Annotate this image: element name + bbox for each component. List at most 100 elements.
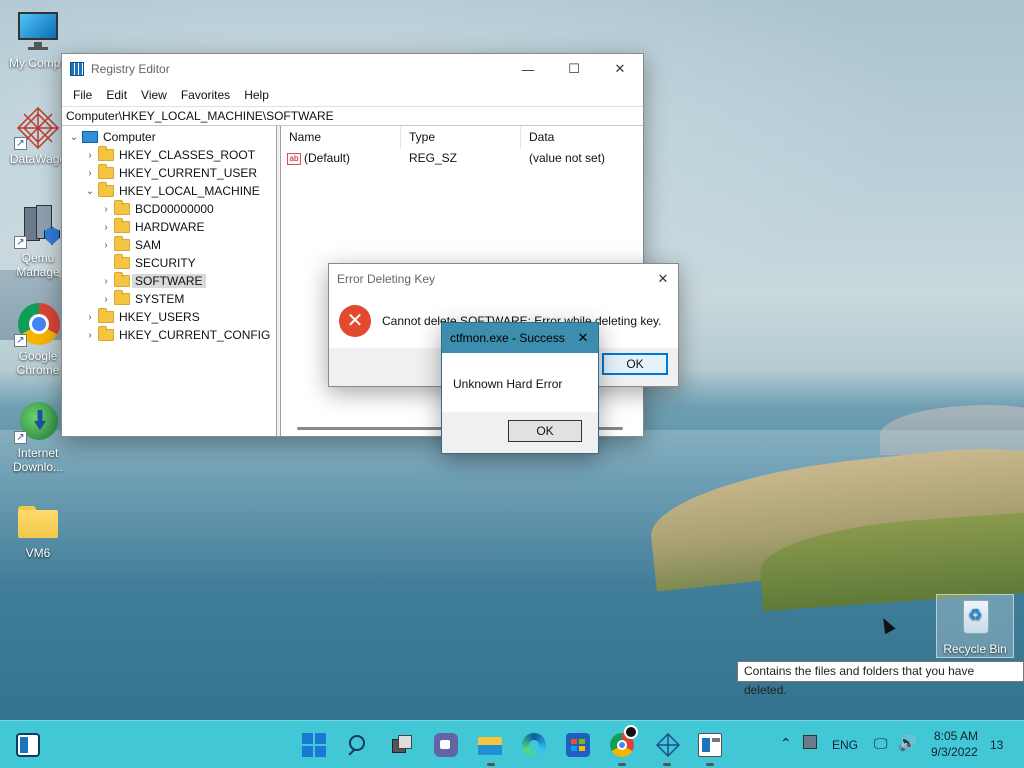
folder-icon [114, 254, 130, 269]
registry-editor-icon [70, 62, 84, 76]
error-icon: ✕ [339, 305, 371, 337]
chat-icon[interactable] [434, 733, 458, 757]
qemu-tray-icon[interactable] [803, 735, 817, 749]
ctfmon-success-dialog: ctfmon.exe - Success ✕ Unknown Hard Erro… [441, 322, 599, 454]
search-icon[interactable] [346, 733, 370, 757]
folder-icon [114, 290, 130, 305]
volume-icon[interactable]: 🔊 [898, 734, 917, 752]
monitor-icon [14, 10, 62, 54]
desktop-icon-vm6[interactable]: VM6 [0, 500, 76, 560]
chevron-down-icon[interactable]: ⌄ [66, 132, 82, 143]
address-bar[interactable]: Computer\HKEY_LOCAL_MACHINE\SOFTWARE [62, 106, 643, 126]
chevron-right-icon[interactable]: › [82, 312, 98, 323]
network-icon[interactable]: 🖵 [874, 735, 888, 752]
dialog-title: ctfmon.exe - Success [450, 331, 565, 345]
edge-icon[interactable] [522, 733, 546, 757]
tree-item-sam[interactable]: › SAM [62, 236, 276, 254]
tree-item-hkey-current-user[interactable]: › HKEY_CURRENT_USER [62, 164, 276, 182]
notification-count-badge[interactable]: 13 [990, 738, 1003, 752]
recycle-bin-icon: ♻ [951, 596, 999, 640]
menu-file[interactable]: File [66, 88, 99, 102]
task-view-icon[interactable] [390, 733, 414, 757]
chevron-right-icon[interactable]: › [98, 294, 114, 305]
start-icon[interactable] [302, 733, 326, 757]
file-explorer-icon[interactable] [478, 733, 502, 757]
chevron-down-icon[interactable]: ⌄ [82, 186, 98, 197]
maximize-button[interactable]: ☐ [551, 54, 597, 84]
datawagon-icon[interactable] [655, 732, 681, 758]
close-button[interactable]: ✕ [597, 54, 643, 84]
menu-help[interactable]: Help [237, 88, 276, 102]
list-header: Name Type Data [281, 125, 643, 148]
store-icon[interactable] [566, 733, 590, 757]
value-row[interactable]: ab (Default) REG_SZ (value not set) [281, 148, 643, 168]
menu-view[interactable]: View [134, 88, 174, 102]
menu-bar: File Edit View Favorites Help [62, 84, 643, 106]
running-indicator [706, 763, 714, 766]
chevron-right-icon[interactable]: › [98, 204, 114, 215]
language-indicator[interactable]: ENG [832, 738, 858, 752]
folder-icon [98, 326, 114, 341]
chevron-up-icon[interactable]: ⌃ [780, 735, 792, 752]
chrome-icon: ↗ [14, 303, 62, 347]
folder-icon [98, 146, 114, 161]
running-indicator [618, 763, 626, 766]
folder-icon [98, 164, 114, 179]
close-button[interactable]: ✕ [648, 264, 678, 294]
folder-icon [14, 500, 62, 544]
folder-icon [114, 218, 130, 233]
tree-item-hkey-classes-root[interactable]: › HKEY_CLASSES_ROOT [62, 146, 276, 164]
dialog-message: Unknown Hard Error [442, 353, 598, 413]
column-type[interactable]: Type [401, 125, 521, 148]
menu-edit[interactable]: Edit [99, 88, 134, 102]
chevron-right-icon[interactable]: › [98, 276, 114, 287]
dialog-footer: OK [442, 412, 598, 453]
ok-button[interactable]: OK [508, 420, 582, 442]
ok-button[interactable]: OK [602, 353, 668, 375]
dialog-titlebar[interactable]: ctfmon.exe - Success ✕ [442, 323, 598, 353]
column-data[interactable]: Data [521, 126, 641, 148]
tree-item-computer[interactable]: ⌄ Computer [62, 128, 276, 146]
key-tree: ⌄ Computer › HKEY_CLASSES_ROOT › HKEY_CU… [62, 126, 277, 436]
folder-icon [114, 200, 130, 215]
recycle-bin-tooltip: Contains the files and folders that you … [737, 661, 1024, 697]
dialog-titlebar[interactable]: Error Deleting Key ✕ [329, 264, 678, 294]
taskbar: ⌃ ENG 🖵 🔊 8:05 AM 9/3/2022 13 [0, 720, 1024, 768]
clock-date[interactable]: 9/3/2022 [931, 745, 978, 759]
close-button[interactable]: ✕ [568, 323, 598, 353]
desktop-icon-recycle-bin[interactable]: ♻ Recycle Bin [936, 594, 1014, 658]
window-title: Registry Editor [91, 62, 170, 76]
chevron-right-icon[interactable]: › [98, 240, 114, 251]
chevron-right-icon[interactable]: › [98, 222, 114, 233]
column-name[interactable]: Name [281, 125, 401, 148]
registry-editor-icon[interactable] [698, 733, 722, 757]
widgets-icon[interactable] [16, 733, 40, 757]
tree-item-hardware[interactable]: › HARDWARE [62, 218, 276, 236]
tree-item-bcd00000000[interactable]: › BCD00000000 [62, 200, 276, 218]
computer-icon [82, 131, 98, 143]
qemu-manager-icon: ↗ [14, 205, 62, 249]
menu-favorites[interactable]: Favorites [174, 88, 237, 102]
tree-item-hkey-users[interactable]: › HKEY_USERS [62, 308, 276, 326]
folder-icon [114, 272, 130, 287]
internet-download-manager-icon: ↗ [14, 400, 62, 444]
running-indicator [663, 763, 671, 766]
folder-icon [114, 236, 130, 251]
datawagon-icon: ↗ [14, 106, 62, 150]
tree-item-hkey-current-config[interactable]: › HKEY_CURRENT_CONFIG [62, 326, 276, 344]
minimize-button[interactable]: — [505, 54, 551, 84]
tree-item-security[interactable]: SECURITY [62, 254, 276, 272]
running-indicator [487, 763, 495, 766]
tree-item-software[interactable]: › SOFTWARE [62, 272, 276, 290]
string-value-icon: ab [287, 152, 301, 165]
folder-icon [98, 308, 114, 323]
registry-editor-titlebar[interactable]: Registry Editor — ☐ ✕ [62, 54, 643, 84]
clock-time[interactable]: 8:05 AM [934, 729, 978, 743]
chevron-right-icon[interactable]: › [82, 330, 98, 341]
tree-item-system[interactable]: › SYSTEM [62, 290, 276, 308]
chevron-right-icon[interactable]: › [82, 168, 98, 179]
dialog-title: Error Deleting Key [337, 272, 436, 286]
tree-item-hkey-local-machine[interactable]: ⌄ HKEY_LOCAL_MACHINE [62, 182, 276, 200]
chevron-right-icon[interactable]: › [82, 150, 98, 161]
chrome-icon[interactable] [610, 725, 638, 757]
